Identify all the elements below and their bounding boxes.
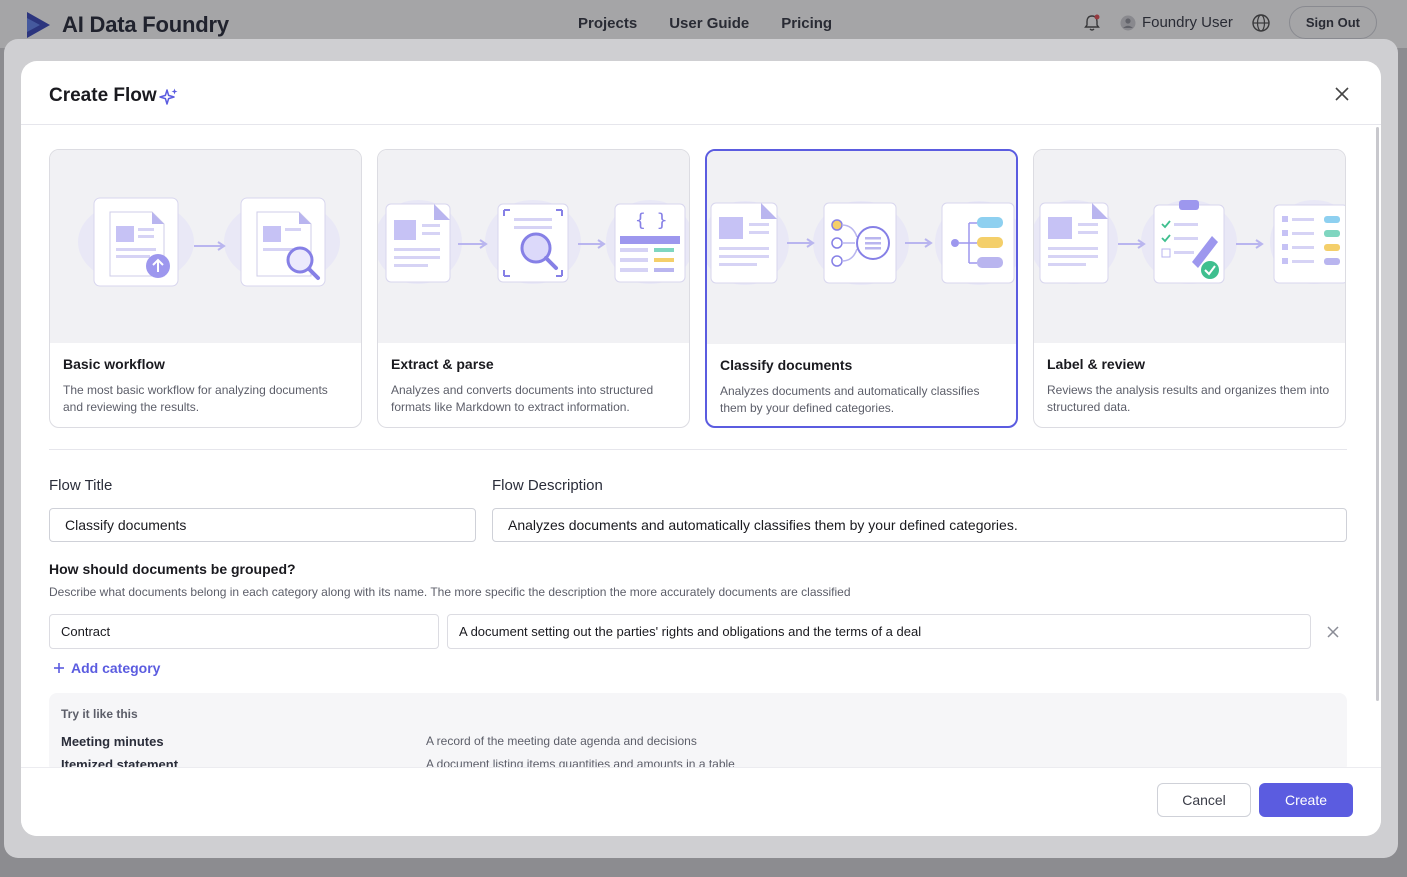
template-card-label-review[interactable]: Label & review Reviews the analysis resu… xyxy=(1033,149,1346,428)
sparkle-icon xyxy=(159,88,178,105)
examples-panel: Try it like this Meeting minutes A recor… xyxy=(49,693,1347,773)
cancel-button[interactable]: Cancel xyxy=(1157,783,1251,817)
card-illustration xyxy=(707,151,1016,344)
add-category-label: Add category xyxy=(71,660,161,676)
card-illustration xyxy=(50,150,361,343)
template-card-classify-documents[interactable]: Classify documents Analyzes documents an… xyxy=(705,149,1018,428)
flow-title-input[interactable]: Classify documents xyxy=(49,508,476,542)
template-card-extract-parse[interactable]: { } Extract & parse Analyzes and convert… xyxy=(377,149,690,428)
svg-text:{ }: { } xyxy=(635,210,668,231)
modal-footer: Cancel Create xyxy=(21,767,1381,836)
flow-description-input[interactable]: Analyzes documents and automatically cla… xyxy=(492,508,1347,542)
card-description: Reviews the analysis results and organiz… xyxy=(1047,383,1330,414)
category-description-input[interactable]: A document setting out the parties' righ… xyxy=(447,614,1311,649)
scrollbar[interactable] xyxy=(1376,127,1379,701)
label-review-illustration xyxy=(1034,200,1345,284)
card-description: The most basic workflow for analyzing do… xyxy=(63,383,328,414)
modal-header: Create Flow xyxy=(21,61,1381,125)
close-icon[interactable] xyxy=(1333,85,1351,103)
add-category-button[interactable]: Add category xyxy=(53,660,160,676)
card-title: Label & review xyxy=(1047,356,1146,372)
modal-title: Create Flow xyxy=(49,85,157,106)
remove-category-icon[interactable] xyxy=(1325,624,1341,640)
grouping-title: How should documents be grouped? xyxy=(49,561,296,577)
template-card-basic-workflow[interactable]: Basic workflow The most basic workflow f… xyxy=(49,149,362,428)
classify-illustration xyxy=(707,201,1016,285)
create-flow-modal: Create Flow Basic workflow The most basi… xyxy=(21,61,1381,836)
category-name-input[interactable]: Contract xyxy=(49,614,439,649)
examples-title: Try it like this xyxy=(61,707,138,721)
create-button[interactable]: Create xyxy=(1259,783,1353,817)
template-cards: Basic workflow The most basic workflow f… xyxy=(49,149,1346,428)
card-illustration: { } xyxy=(378,150,689,343)
example-description: A record of the meeting date agenda and … xyxy=(426,734,697,748)
flow-title-label: Flow Title xyxy=(49,477,113,494)
card-title: Extract & parse xyxy=(391,356,494,372)
card-description: Analyzes and converts documents into str… xyxy=(391,383,654,414)
extract-parse-illustration: { } xyxy=(378,200,689,284)
document-upload-illustration xyxy=(78,197,340,287)
card-description: Analyzes documents and automatically cla… xyxy=(720,384,980,415)
card-illustration xyxy=(1034,150,1345,343)
flow-description-label: Flow Description xyxy=(492,477,603,494)
grouping-description: Describe what documents belong in each c… xyxy=(49,585,851,599)
example-name: Meeting minutes xyxy=(61,734,164,749)
card-title: Basic workflow xyxy=(63,356,165,372)
card-title: Classify documents xyxy=(720,357,853,373)
plus-icon xyxy=(54,663,64,673)
section-divider xyxy=(49,449,1347,450)
